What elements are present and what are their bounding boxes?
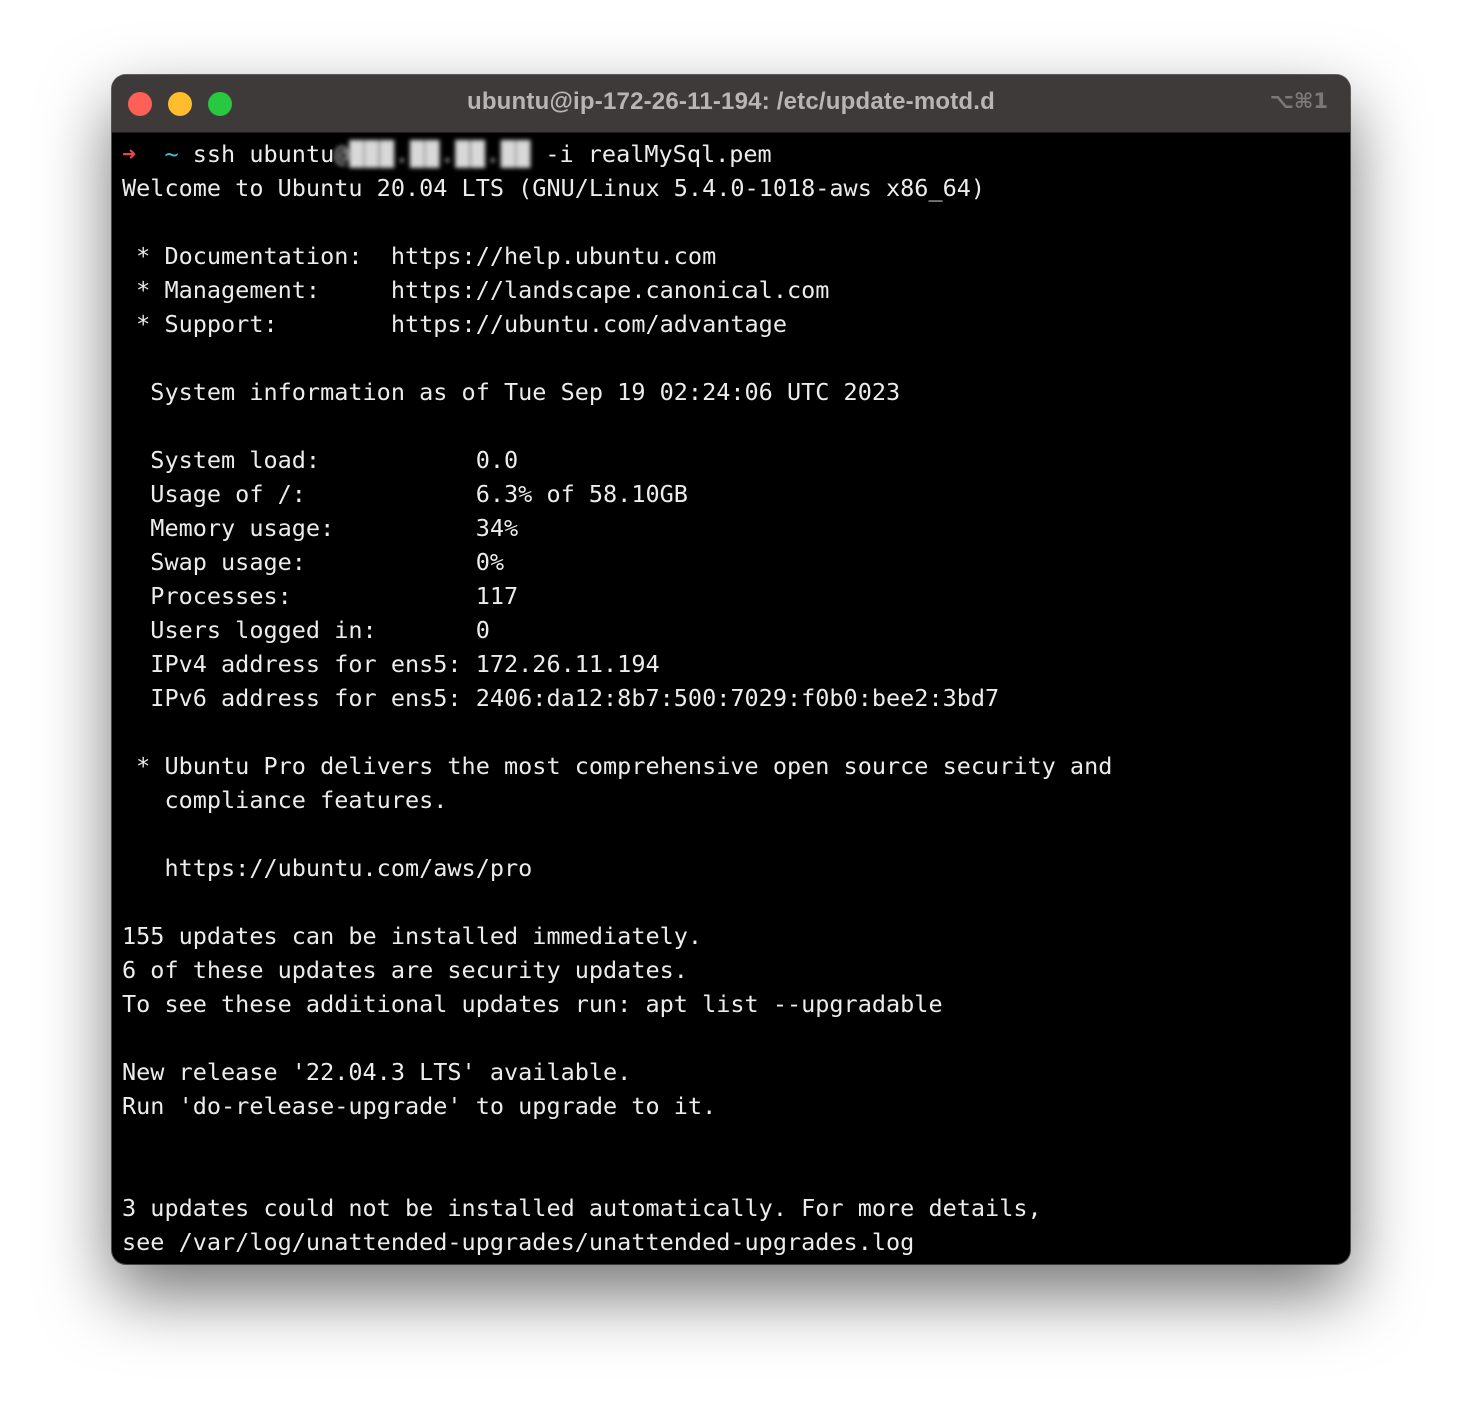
redacted-host: @███.██.██.██ <box>334 140 532 168</box>
output-line: * Support: https://ubuntu.com/advantage <box>122 310 787 338</box>
window-title: ubuntu@ip-172-26-11-194: /etc/update-mot… <box>466 88 996 115</box>
output-line: Memory usage: 34% <box>122 514 519 542</box>
output-lines: Welcome to Ubuntu 20.04 LTS (GNU/Linux 5… <box>122 171 1342 1259</box>
prompt-args: -i realMySql.pem <box>531 140 772 168</box>
output-line: * Management: https://landscape.canonica… <box>122 276 830 304</box>
output-line: 6 of these updates are security updates. <box>122 956 688 984</box>
tab-shortcut-label: ⌥⌘1 <box>1269 89 1328 113</box>
output-line: Users logged in: 0 <box>122 616 490 644</box>
output-line: New release '22.04.3 LTS' available. <box>122 1058 632 1086</box>
output-line: Run 'do-release-upgrade' to upgrade to i… <box>122 1092 717 1120</box>
prompt-line: ➜ ~ ssh ubuntu@███.██.██.██ -i realMySql… <box>122 137 1342 171</box>
output-line: https://ubuntu.com/aws/pro <box>122 854 533 882</box>
output-line: System information as of Tue Sep 19 02:2… <box>122 378 901 406</box>
output-line: System load: 0.0 <box>122 446 519 474</box>
output-line: * Ubuntu Pro delivers the most comprehen… <box>122 752 1113 780</box>
prompt-command: ssh ubuntu <box>178 140 335 168</box>
output-line: Welcome to Ubuntu 20.04 LTS (GNU/Linux 5… <box>122 174 986 202</box>
prompt-cwd: ~ <box>164 140 179 168</box>
output-line: * Documentation: https://help.ubuntu.com <box>122 242 717 270</box>
output-line: To see these additional updates run: apt… <box>122 990 943 1018</box>
terminal-output[interactable]: ➜ ~ ssh ubuntu@███.██.██.██ -i realMySql… <box>122 137 1342 1257</box>
output-line: compliance features. <box>122 786 448 814</box>
output-line: 155 updates can be installed immediately… <box>122 922 703 950</box>
output-line: Usage of /: 6.3% of 58.10GB <box>122 480 688 508</box>
prompt-arrow-icon: ➜ <box>122 140 137 168</box>
output-line: 3 updates could not be installed automat… <box>122 1194 1042 1222</box>
output-line: IPv4 address for ens5: 172.26.11.194 <box>122 650 660 678</box>
output-line: Swap usage: 0% <box>122 548 505 576</box>
output-line: see /var/log/unattended-upgrades/unatten… <box>122 1228 915 1256</box>
output-line: Processes: 117 <box>122 582 519 610</box>
output-line: IPv6 address for ens5: 2406:da12:8b7:500… <box>122 684 1000 712</box>
title-bar[interactable]: ubuntu@ip-172-26-11-194: /etc/update-mot… <box>112 75 1350 133</box>
terminal-window: ubuntu@ip-172-26-11-194: /etc/update-mot… <box>112 75 1350 1264</box>
